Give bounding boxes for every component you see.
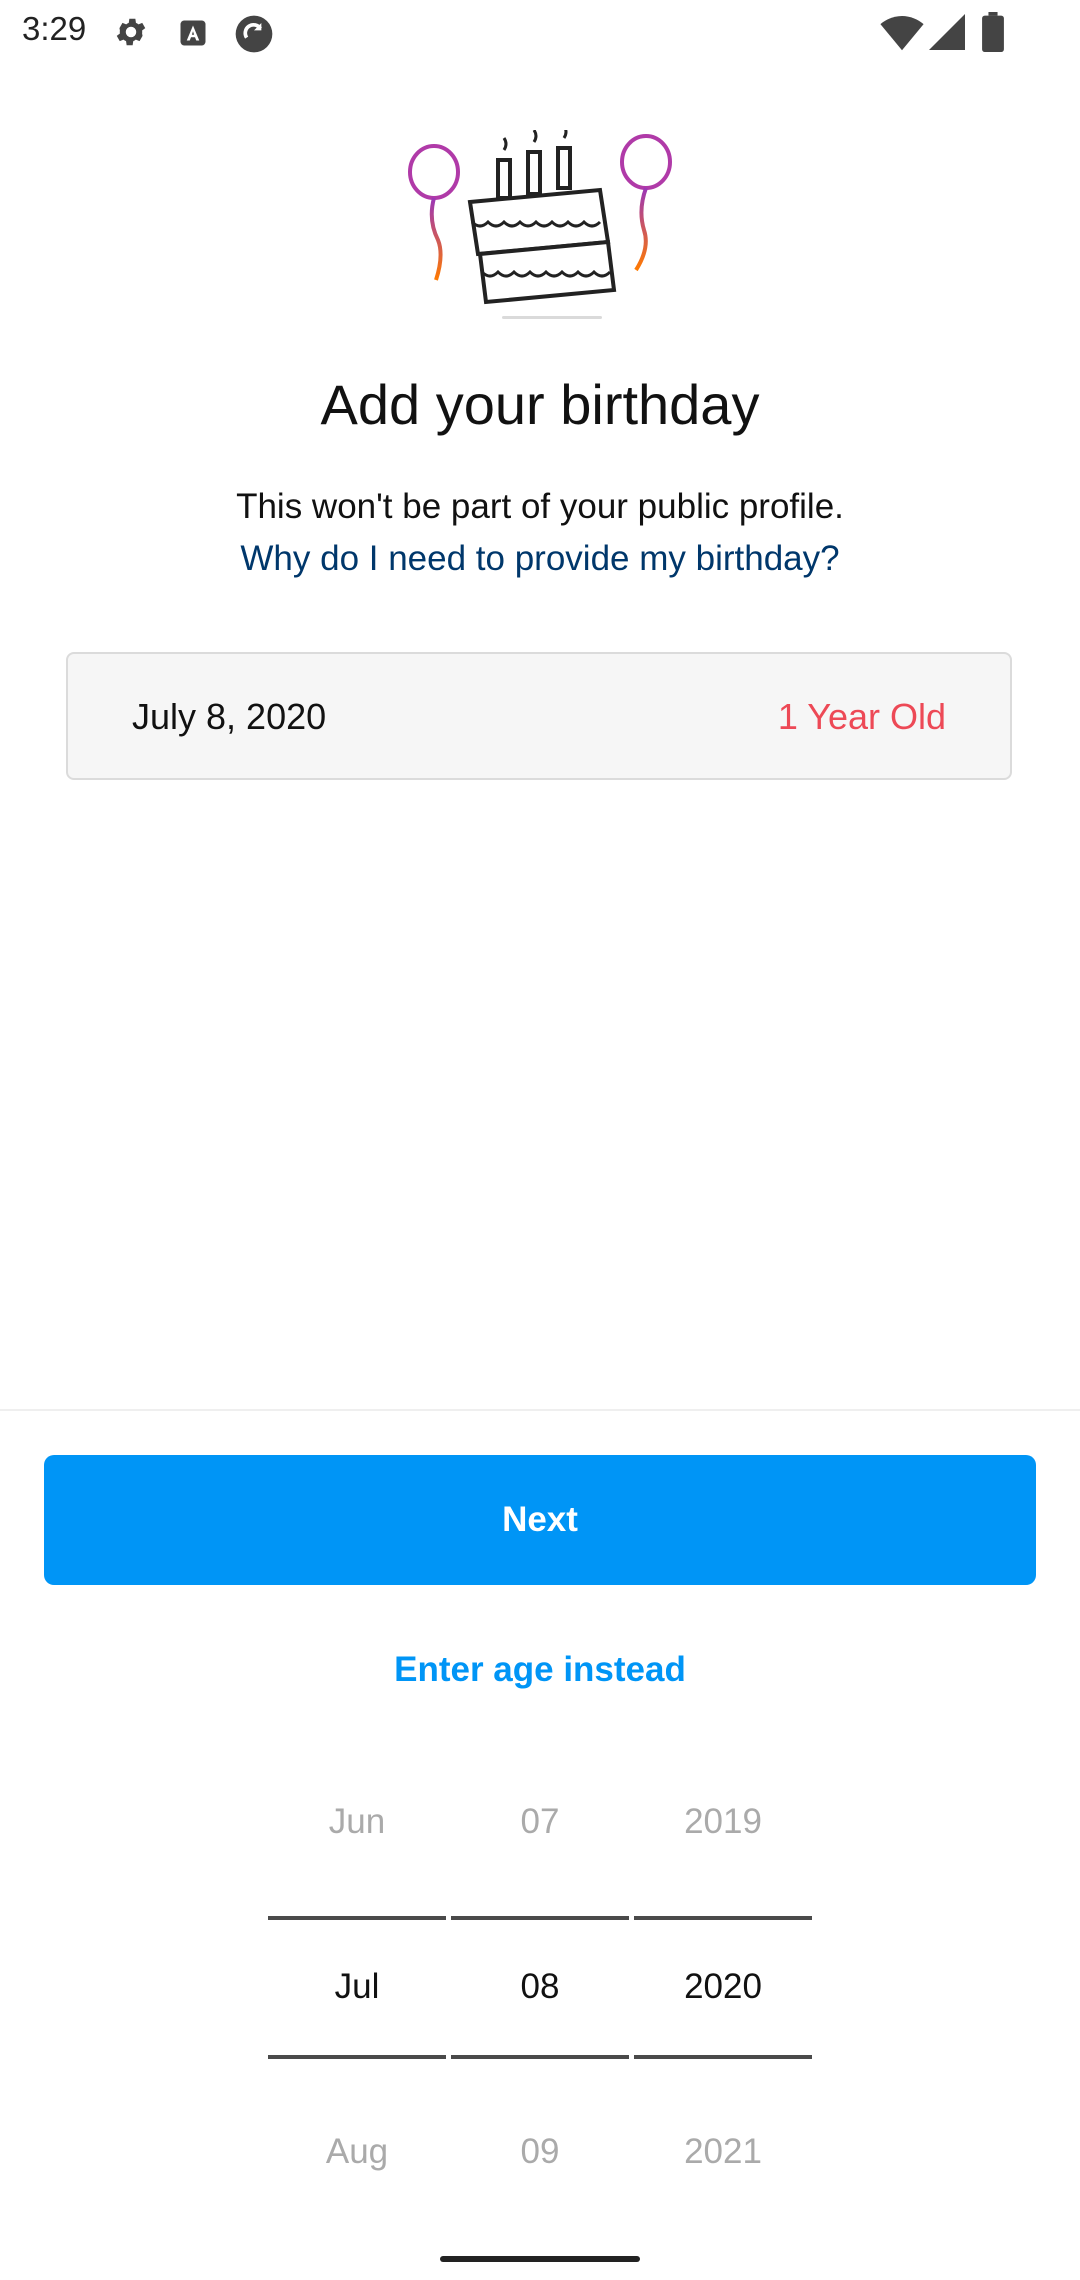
- birthday-value: July 8, 2020: [132, 696, 327, 737]
- date-picker: Jun Jul Aug 07 08 09 2019 2020 2021: [268, 1770, 812, 2190]
- month-selected-option[interactable]: Jul: [268, 1967, 446, 2007]
- age-label: 1 Year Old: [777, 696, 946, 737]
- selection-line: [268, 2055, 446, 2059]
- day-next-option[interactable]: 09: [451, 2132, 629, 2172]
- year-selected-option[interactable]: 2020: [634, 1967, 812, 2007]
- next-button[interactable]: Next: [44, 1455, 1036, 1585]
- month-prev-option[interactable]: Jun: [268, 1802, 446, 1842]
- birthday-field[interactable]: July 8, 2020 1 Year Old: [66, 652, 1012, 780]
- wifi-icon: [880, 16, 924, 51]
- battery-icon: [982, 12, 1004, 52]
- subtitle-text: This won't be part of your public profil…: [236, 487, 844, 526]
- gesture-nav-handle[interactable]: [440, 2256, 640, 2262]
- signal-icon: [929, 14, 965, 50]
- year-picker[interactable]: 2019 2020 2021: [634, 1770, 812, 2190]
- selection-line: [634, 2055, 812, 2059]
- gear-icon: [116, 18, 146, 46]
- day-picker[interactable]: 07 08 09: [451, 1770, 629, 2190]
- year-next-option[interactable]: 2021: [634, 2132, 812, 2172]
- selection-line: [451, 1916, 629, 1920]
- selection-line: [634, 1916, 812, 1920]
- status-bar: 3:29: [0, 0, 1080, 64]
- divider: [0, 1409, 1080, 1411]
- month-picker[interactable]: Jun Jul Aug: [268, 1770, 446, 2190]
- day-prev-option[interactable]: 07: [451, 1802, 629, 1842]
- page-title: Add your birthday: [320, 373, 760, 436]
- status-time: 3:29: [22, 10, 87, 47]
- month-next-option[interactable]: Aug: [268, 2132, 446, 2172]
- sync-icon: [235, 15, 273, 53]
- enter-age-instead-button[interactable]: Enter age instead: [0, 1650, 1080, 1690]
- day-selected-option[interactable]: 08: [451, 1967, 629, 2007]
- birthday-cake-illustration: [408, 130, 672, 305]
- why-birthday-link[interactable]: Why do I need to provide my birthday?: [0, 539, 1080, 579]
- selection-line: [451, 2055, 629, 2059]
- year-prev-option[interactable]: 2019: [634, 1802, 812, 1842]
- selection-line: [268, 1916, 446, 1920]
- illustration-underline: [502, 316, 602, 319]
- text-a-icon: [180, 20, 206, 46]
